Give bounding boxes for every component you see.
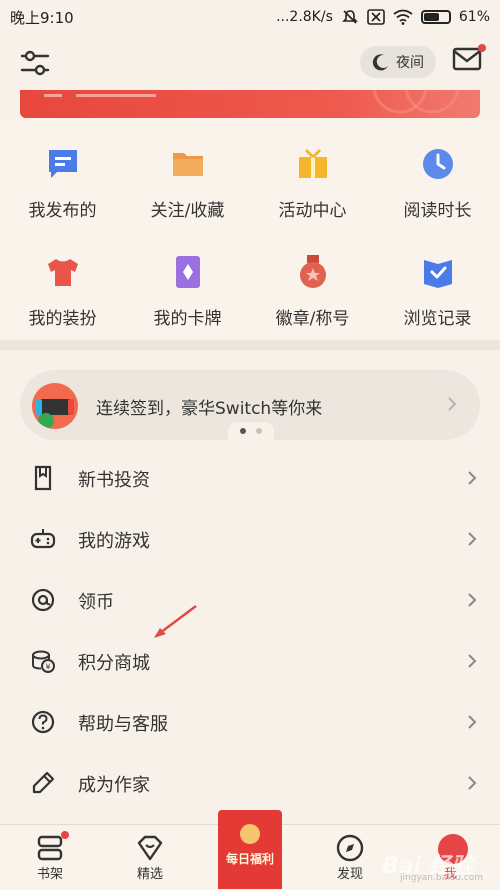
grid-label: 我的装扮	[28, 309, 97, 329]
pen-icon	[32, 771, 55, 794]
help-icon	[31, 710, 55, 734]
status-bar: 晚上9:10 ...2.8K/s 61%	[0, 0, 500, 34]
mute-icon	[341, 10, 358, 24]
tab-badge	[61, 831, 69, 839]
carousel-dot	[256, 428, 262, 434]
menu-item-new-book-investment[interactable]: 新书投资	[0, 447, 500, 508]
chevron-right-icon	[448, 397, 457, 411]
grid-label: 浏览记录	[403, 309, 472, 329]
switch-console-icon	[32, 383, 78, 429]
chevron-right-icon	[468, 593, 477, 607]
medal-icon	[299, 255, 326, 288]
gift-icon	[298, 148, 327, 178]
tab-label: 发现	[336, 867, 363, 882]
red-packet-seal-icon	[240, 824, 260, 844]
tshirt-icon	[47, 259, 78, 286]
grid-label: 阅读时长	[403, 201, 472, 221]
grid-item-my-outfits[interactable]: 我的装扮	[0, 238, 125, 346]
menu-label: 成为作家	[78, 775, 150, 796]
at-icon	[31, 588, 55, 612]
grid-label: 徽章/称号	[275, 309, 350, 329]
grid-item-browse-history[interactable]: 浏览记录	[375, 238, 500, 346]
top-bar: 夜间	[0, 34, 500, 90]
chevron-right-icon	[468, 654, 477, 668]
menu-item-claim-coins[interactable]: 领币	[0, 569, 500, 630]
menu-label: 积分商城	[78, 653, 150, 674]
night-mode-label: 夜间	[396, 55, 424, 71]
svg-text:¥: ¥	[45, 663, 50, 672]
bookshelf-icon	[35, 831, 69, 863]
coins-icon: ¥	[32, 650, 55, 673]
tab-label: 书架	[36, 867, 63, 882]
daily-welfare-button[interactable]: 每日福利	[218, 810, 282, 889]
carousel-dot-active	[240, 428, 246, 434]
tab-bookshelf[interactable]: 书架	[20, 831, 80, 882]
section-divider	[0, 340, 500, 350]
vip-banner[interactable]	[20, 90, 480, 118]
carousel-dots	[228, 422, 274, 440]
chevron-right-icon	[468, 776, 477, 790]
unread-badge	[478, 44, 486, 52]
menu-label: 新书投资	[78, 470, 150, 491]
book-icon	[423, 260, 452, 288]
sim-off-icon	[367, 9, 385, 25]
grid-item-badges-titles[interactable]: 徽章/称号	[250, 238, 375, 346]
grid-item-follow-favorites[interactable]: 关注/收藏	[125, 130, 250, 238]
status-time: 晚上9:10	[10, 8, 74, 27]
menu-item-help-service[interactable]: 帮助与客服	[0, 691, 500, 752]
chevron-right-icon	[468, 471, 477, 485]
chevron-right-icon	[468, 715, 477, 729]
gamepad-icon	[30, 529, 56, 549]
card-icon	[175, 256, 200, 288]
menu-label: 帮助与客服	[78, 714, 168, 735]
menu-label: 领币	[78, 592, 114, 613]
watermark-url: jingyan.baidu.com	[400, 873, 484, 883]
sliders-icon	[20, 50, 50, 76]
folder-icon	[172, 153, 203, 176]
signin-text: 连续签到，豪华Switch等你来	[96, 399, 323, 419]
menu-item-my-games[interactable]: 我的游戏	[0, 508, 500, 569]
battery-percent: 61%	[458, 9, 490, 25]
menu-list: 新书投资 我的游戏 领币 ¥ 积分商城 帮助与客服 成为作家	[0, 447, 500, 813]
grid-item-activity-center[interactable]: 活动中心	[250, 130, 375, 238]
grid-label: 关注/收藏	[150, 201, 225, 221]
moon-icon	[372, 54, 388, 71]
night-mode-button[interactable]: 夜间	[360, 46, 436, 78]
tab-label: 精选	[136, 867, 163, 882]
battery-icon	[420, 10, 451, 24]
grid-item-my-cards[interactable]: 我的卡牌	[125, 238, 250, 346]
grid-label: 活动中心	[278, 201, 347, 221]
quick-entry-grid: 我发布的 关注/收藏 活动中心 阅读时长 我的装扮 我的卡牌 徽章/称号 浏览记…	[0, 118, 500, 340]
message-icon	[48, 150, 77, 178]
welfare-label: 每日福利	[225, 852, 274, 866]
tab-discover[interactable]: 发现	[320, 833, 380, 882]
grid-label: 我的卡牌	[153, 309, 222, 329]
menu-label: 我的游戏	[78, 531, 150, 552]
messages-button[interactable]	[452, 44, 486, 74]
grid-label: 我发布的	[28, 201, 97, 221]
bookmark-icon	[34, 465, 52, 491]
grid-item-reading-time[interactable]: 阅读时长	[375, 130, 500, 238]
status-indicators: ...2.8K/s 61%	[276, 8, 490, 26]
settings-button[interactable]	[18, 48, 52, 78]
banner-pattern-icon	[44, 90, 460, 114]
network-speed: ...2.8K/s	[276, 9, 333, 25]
clock-icon	[422, 149, 453, 179]
tab-featured[interactable]: 精选	[120, 833, 180, 882]
menu-item-become-author[interactable]: 成为作家	[0, 752, 500, 813]
diamond-icon	[135, 833, 165, 863]
annotation-arrow-icon	[154, 605, 197, 638]
chevron-right-icon	[468, 532, 477, 546]
compass-icon	[335, 833, 365, 863]
wifi-icon	[393, 9, 413, 25]
menu-item-points-mall[interactable]: ¥ 积分商城	[0, 630, 500, 691]
grid-item-my-posts[interactable]: 我发布的	[0, 130, 125, 238]
